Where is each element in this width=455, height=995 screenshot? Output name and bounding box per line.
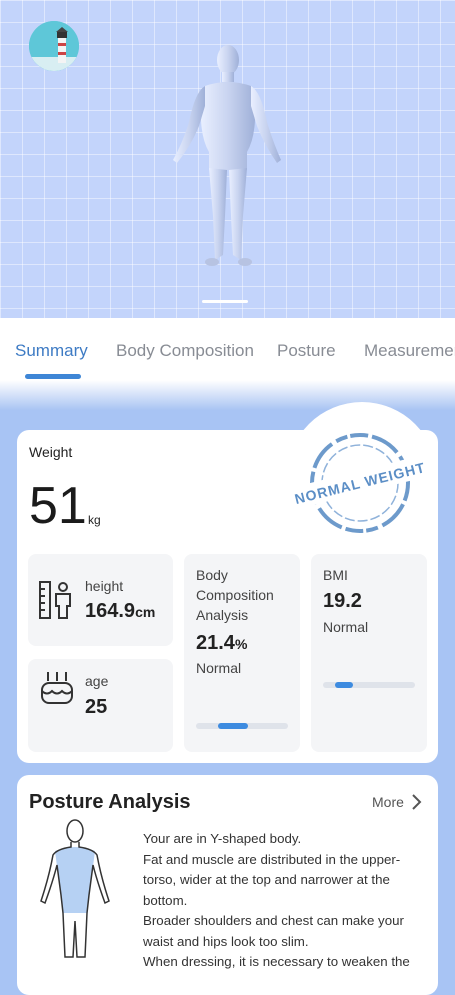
- chevron-right-icon[interactable]: [410, 793, 422, 811]
- posture-title: Posture Analysis: [29, 791, 191, 813]
- posture-analysis-card: Posture Analysis More Your are in Y-shap…: [17, 775, 438, 995]
- tab-measurements[interactable]: Measuremen: [364, 341, 455, 361]
- weight-value: 51: [29, 477, 87, 535]
- tab-summary[interactable]: Summary: [15, 341, 88, 361]
- weight-unit: kg: [88, 513, 101, 527]
- y-shaped-body-icon: [40, 819, 110, 958]
- body-composition-gauge-marker: [218, 723, 248, 729]
- weight-label: Weight: [29, 444, 73, 460]
- body-composition-value: 21.4%: [196, 632, 248, 654]
- 3d-body-model[interactable]: [155, 40, 300, 272]
- height-tile[interactable]: height 164.9cm: [28, 554, 173, 646]
- lighthouse-avatar-icon[interactable]: [29, 21, 79, 71]
- tab-posture[interactable]: Posture: [277, 341, 336, 361]
- bmi-gauge: [323, 682, 415, 688]
- height-value: 164.9cm: [85, 600, 156, 622]
- tab-bar: Summary Body Composition Posture Measure…: [0, 318, 455, 386]
- body-model-viewer[interactable]: [0, 0, 455, 318]
- summary-card: NORMAL WEIGHT Weight 51 kg height 164.9c…: [17, 402, 438, 763]
- body-composition-gauge: [196, 723, 288, 729]
- tab-body-composition[interactable]: Body Composition: [116, 341, 254, 361]
- bmi-tile[interactable]: BMI 19.2 Normal: [311, 554, 427, 752]
- age-value: 25: [85, 696, 108, 718]
- birthday-cake-icon: [41, 672, 73, 704]
- age-label: age: [85, 673, 109, 689]
- bmi-status: Normal: [323, 619, 369, 635]
- body-composition-status: Normal: [196, 660, 242, 676]
- height-label: height: [85, 578, 124, 594]
- ruler-person-icon: [39, 581, 71, 619]
- body-composition-tile[interactable]: Body Composition Analysis 21.4% Normal: [184, 554, 300, 752]
- bmi-value: 19.2: [323, 590, 362, 612]
- posture-description: Your are in Y-shaped body. Fat and muscl…: [143, 831, 410, 969]
- normal-weight-stamp: NORMAL WEIGHT: [286, 433, 434, 533]
- age-tile[interactable]: age 25: [28, 659, 173, 752]
- bmi-label: BMI: [323, 567, 348, 583]
- more-link[interactable]: More: [372, 794, 404, 810]
- active-tab-indicator: [25, 374, 81, 379]
- body-composition-label: Body Composition Analysis: [196, 567, 274, 623]
- bmi-gauge-marker: [335, 682, 353, 688]
- rotate-handle[interactable]: [202, 300, 248, 303]
